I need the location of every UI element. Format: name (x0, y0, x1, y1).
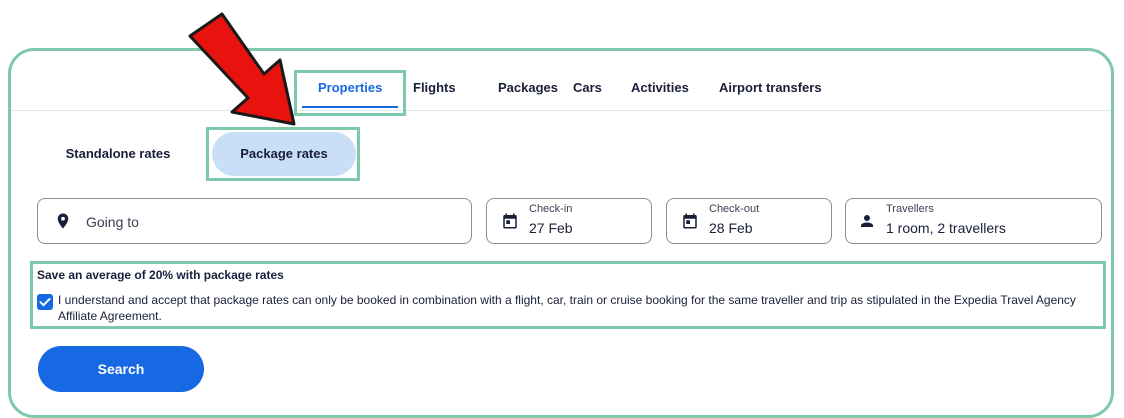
travellers-label: Travellers (886, 203, 934, 215)
checkout-label: Check-out (709, 203, 760, 215)
checkmark-icon (39, 298, 51, 307)
checkout-field[interactable]: Check-out 28 Feb (666, 198, 832, 244)
tab-cars[interactable]: Cars (573, 80, 602, 95)
accept-terms-checkbox[interactable] (37, 294, 53, 310)
travellers-field[interactable]: Travellers 1 room, 2 travellers (845, 198, 1102, 244)
location-pin-icon (57, 213, 69, 229)
calendar-icon (683, 213, 697, 229)
checkin-field[interactable]: Check-in 27 Feb (486, 198, 652, 244)
travellers-value: 1 room, 2 travellers (886, 220, 1006, 236)
accept-terms-text: I understand and accept that package rat… (58, 293, 1076, 323)
person-icon (861, 215, 873, 227)
checkin-value: 27 Feb (529, 220, 573, 236)
tab-activities[interactable]: Activities (631, 80, 689, 95)
checkin-label: Check-in (529, 203, 573, 215)
destination-field[interactable]: Going to (37, 198, 472, 244)
search-button[interactable]: Search (38, 346, 204, 392)
tab-airport-transfers[interactable]: Airport transfers (719, 80, 822, 95)
tabs-bar (11, 70, 1111, 111)
standalone-rates-button[interactable]: Standalone rates (48, 132, 188, 176)
calendar-icon (503, 213, 517, 229)
destination-placeholder: Going to (86, 214, 139, 230)
red-arrow-annotation (188, 12, 296, 126)
highlight-box-package-rates (206, 127, 360, 181)
checkout-value: 28 Feb (709, 220, 753, 236)
tab-flights[interactable]: Flights (413, 80, 456, 95)
package-savings-title: Save an average of 20% with package rate… (37, 268, 284, 282)
tab-packages[interactable]: Packages (498, 80, 558, 95)
